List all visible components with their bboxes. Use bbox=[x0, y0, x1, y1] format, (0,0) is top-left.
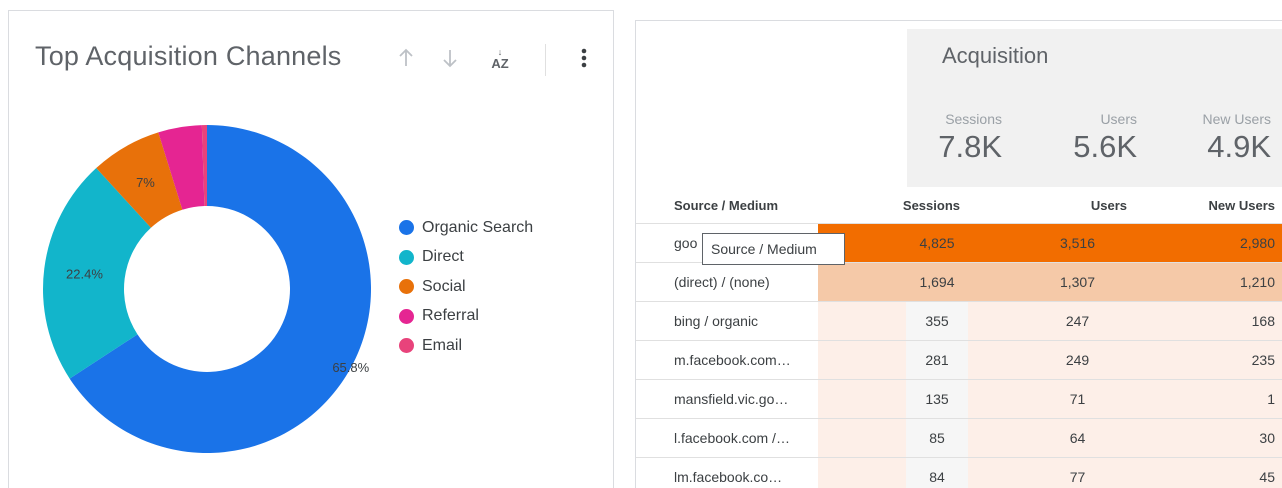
table-row[interactable]: lm.facebook.co… 84 77 45 bbox=[636, 457, 1282, 488]
legend-item[interactable]: Email bbox=[399, 331, 533, 361]
sort-az-label: AZ bbox=[491, 56, 509, 71]
cell-users: 3,516 bbox=[968, 223, 1135, 263]
cell-users: 77 bbox=[968, 457, 1135, 488]
cell-users: 1,307 bbox=[968, 262, 1135, 302]
column-tooltip: Source / Medium bbox=[702, 233, 845, 265]
cell-source-medium[interactable]: l.facebook.com /… bbox=[636, 418, 818, 458]
scorecard-label: New Users bbox=[1202, 111, 1271, 127]
legend-label: Social bbox=[422, 277, 466, 295]
legend-label: Direct bbox=[422, 248, 464, 266]
table-row[interactable]: m.facebook.com… 281 249 235 bbox=[636, 340, 1282, 380]
cell-sessions: 1,694 bbox=[818, 262, 968, 302]
acquisition-group-title: Acquisition bbox=[942, 43, 1049, 68]
cell-sessions: 84 bbox=[818, 457, 968, 488]
legend-label: Email bbox=[422, 336, 463, 354]
sessions-value: 85 bbox=[906, 419, 968, 457]
sessions-value: 135 bbox=[906, 380, 968, 418]
legend-swatch bbox=[399, 249, 414, 265]
cell-source-medium[interactable]: (direct) / (none) bbox=[636, 262, 818, 302]
more-vertical-icon[interactable] bbox=[571, 45, 597, 71]
cell-sessions: 355 bbox=[818, 301, 968, 341]
sessions-value: 1,694 bbox=[919, 274, 955, 290]
cell-sessions: 281 bbox=[818, 340, 968, 380]
cell-new-users: 168 bbox=[1135, 301, 1282, 341]
donut-chart: 65.8% 22.4% 7% bbox=[37, 119, 377, 464]
cell-source-medium[interactable]: mansfield.vic.go… bbox=[636, 379, 818, 419]
legend-label: Referral bbox=[422, 307, 479, 325]
sort-az-icon[interactable]: ↓ AZ bbox=[485, 45, 515, 71]
slice-value-label: 7% bbox=[136, 175, 155, 190]
scorecard-value: 5.6K bbox=[1073, 129, 1137, 164]
legend-swatch bbox=[399, 308, 414, 324]
slice-value-label: 65.8% bbox=[332, 360, 369, 375]
cell-source-medium[interactable]: m.facebook.com… bbox=[636, 340, 818, 380]
table-header-row: Source / Medium Sessions Users New Users bbox=[636, 187, 1282, 224]
column-header-new-users[interactable]: New Users bbox=[1135, 187, 1282, 224]
cell-source-medium[interactable]: bing / organic bbox=[636, 301, 818, 341]
chart-legend: Organic Search Direct Social Referral Email bbox=[399, 213, 533, 361]
cell-new-users: 30 bbox=[1135, 418, 1282, 458]
sessions-value: 281 bbox=[906, 341, 968, 379]
cell-users: 64 bbox=[968, 418, 1135, 458]
table-row[interactable]: bing / organic 355 247 168 bbox=[636, 301, 1282, 341]
legend-item[interactable]: Social bbox=[399, 272, 533, 302]
scorecard-new-users: New Users 4.9K bbox=[1151, 111, 1271, 165]
toolbar-divider bbox=[545, 44, 546, 76]
cell-sessions: 135 bbox=[818, 379, 968, 419]
cell-sessions: 85 bbox=[818, 418, 968, 458]
cell-new-users: 1 bbox=[1135, 379, 1282, 419]
table-row[interactable]: l.facebook.com /… 85 64 30 bbox=[636, 418, 1282, 458]
arrow-down-icon[interactable] bbox=[437, 45, 463, 71]
table-row[interactable]: (direct) / (none) 1,694 1,307 1,210 bbox=[636, 262, 1282, 302]
legend-item[interactable]: Referral bbox=[399, 302, 533, 332]
column-header-users[interactable]: Users bbox=[968, 187, 1135, 224]
column-header-sessions[interactable]: Sessions bbox=[818, 187, 968, 224]
legend-swatch bbox=[399, 220, 414, 236]
sessions-value: 84 bbox=[906, 458, 968, 488]
cell-new-users: 2,980 bbox=[1135, 223, 1282, 263]
scorecard-value: 4.9K bbox=[1207, 129, 1271, 164]
acquisition-channels-card: Top Acquisition Channels ↓ AZ 65.8% 22.4%… bbox=[8, 10, 614, 488]
cell-users: 249 bbox=[968, 340, 1135, 380]
cell-users: 247 bbox=[968, 301, 1135, 341]
scorecard-value: 7.8K bbox=[938, 129, 1002, 164]
legend-swatch bbox=[399, 338, 414, 354]
column-header-source-medium[interactable]: Source / Medium bbox=[636, 187, 818, 224]
cell-source-medium[interactable]: lm.facebook.co… bbox=[636, 457, 818, 488]
slice-value-label: 22.4% bbox=[66, 267, 103, 282]
scorecard-label: Sessions bbox=[945, 111, 1002, 127]
legend-item[interactable]: Organic Search bbox=[399, 213, 533, 243]
legend-swatch bbox=[399, 279, 414, 295]
scorecard-sessions: Sessions 7.8K bbox=[882, 111, 1002, 165]
cell-new-users: 235 bbox=[1135, 340, 1282, 380]
sessions-value: 355 bbox=[906, 302, 968, 340]
cell-new-users: 45 bbox=[1135, 457, 1282, 488]
scorecard-users: Users 5.6K bbox=[1017, 111, 1137, 165]
legend-item[interactable]: Direct bbox=[399, 243, 533, 273]
sessions-value: 4,825 bbox=[919, 235, 955, 251]
arrow-up-icon[interactable] bbox=[393, 45, 419, 71]
chart-title: Top Acquisition Channels bbox=[35, 41, 342, 71]
table-row[interactable]: mansfield.vic.go… 135 71 1 bbox=[636, 379, 1282, 419]
cell-new-users: 1,210 bbox=[1135, 262, 1282, 302]
legend-label: Organic Search bbox=[422, 218, 534, 236]
scorecard-label: Users bbox=[1100, 111, 1137, 127]
cell-users: 71 bbox=[968, 379, 1135, 419]
